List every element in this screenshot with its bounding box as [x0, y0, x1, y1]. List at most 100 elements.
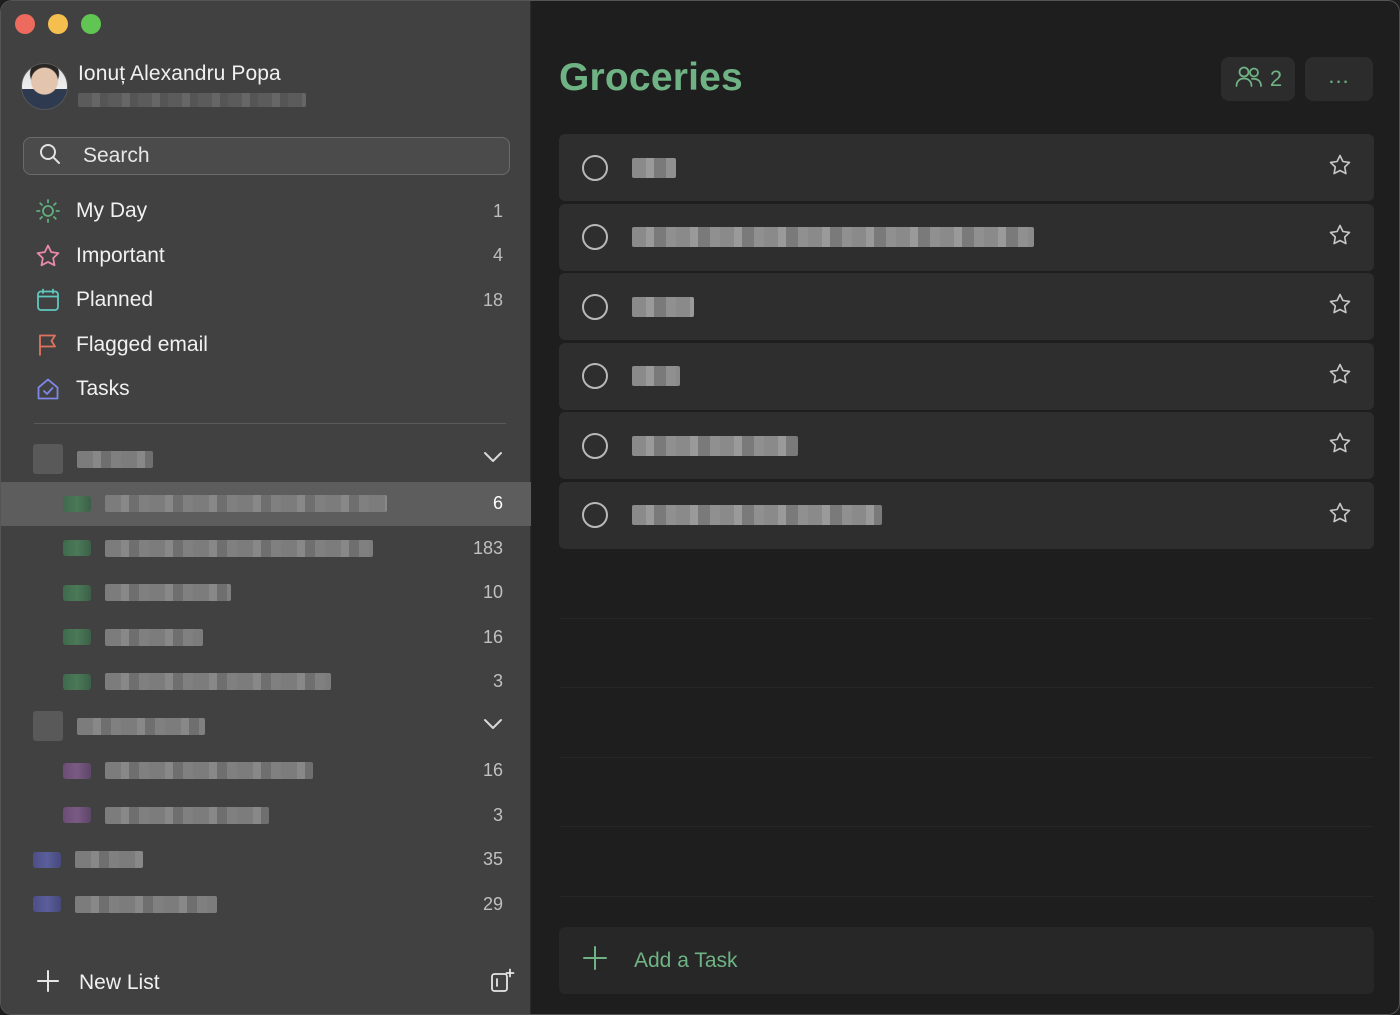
redacted-group-name: [77, 450, 153, 468]
close-window-button[interactable]: [15, 14, 35, 34]
list-emoji-icon: [63, 762, 91, 779]
redacted-list-name: [75, 895, 217, 913]
sun-icon: [34, 197, 62, 225]
nav-label: My Day: [76, 199, 148, 223]
list-count: 10: [482, 582, 503, 603]
redacted-list-name: [105, 673, 331, 691]
add-task-input[interactable]: Add a Task: [559, 927, 1374, 994]
redacted-task-title: [632, 366, 680, 386]
list-group[interactable]: [1, 437, 531, 482]
nav-item-tasks[interactable]: Tasks: [1, 367, 531, 412]
list-emoji-icon: [33, 851, 61, 868]
redacted-task-title: [632, 227, 1034, 247]
complete-checkbox[interactable]: [582, 502, 608, 528]
star-icon[interactable]: [1328, 223, 1352, 252]
chevron-down-icon[interactable]: [483, 450, 503, 469]
list-item[interactable]: 183: [1, 526, 531, 571]
plus-icon[interactable]: [35, 968, 61, 999]
list-emoji-icon: [63, 540, 91, 557]
list-item-selected[interactable]: 6: [1, 481, 531, 526]
complete-checkbox[interactable]: [582, 293, 608, 320]
redacted-list-name: [105, 628, 203, 646]
redacted-list-name: [75, 851, 143, 869]
list-count: 183: [472, 537, 503, 558]
task-item[interactable]: [559, 342, 1374, 410]
nav-count: 18: [482, 289, 503, 310]
list-count: 29: [482, 893, 503, 914]
task-item[interactable]: [559, 412, 1374, 479]
nav-item-my-day[interactable]: My Day 1: [1, 189, 531, 234]
list-count: 16: [482, 626, 503, 647]
more-options-button[interactable]: ...: [1305, 57, 1373, 101]
redacted-task-title: [632, 157, 676, 178]
list-item[interactable]: 10: [1, 571, 531, 616]
window-controls: [15, 14, 101, 34]
redacted-task-title: [632, 435, 798, 456]
nav-label: Flagged email: [76, 332, 208, 356]
nav-count: 1: [492, 200, 503, 221]
star-icon[interactable]: [1328, 292, 1352, 321]
list-item[interactable]: 29: [1, 882, 531, 927]
new-group-icon[interactable]: [489, 968, 515, 999]
complete-checkbox[interactable]: [582, 224, 608, 250]
redacted-group-name: [77, 717, 205, 735]
flag-icon: [34, 331, 62, 359]
chevron-down-icon[interactable]: [483, 717, 503, 736]
more-icon: ...: [1328, 63, 1350, 88]
list-item[interactable]: 16: [1, 615, 531, 660]
sidebar: Ionuț Alexandru Popa Search My Day 1 Imp…: [1, 1, 531, 1014]
smart-lists-nav: My Day 1 Important 4 Planned 18 Flagged …: [1, 189, 531, 412]
sidebar-divider: [34, 423, 506, 424]
task-item[interactable]: [559, 203, 1374, 271]
list-count: 6: [492, 493, 503, 514]
list-item[interactable]: 3: [1, 793, 531, 838]
shared-count: 2: [1269, 66, 1283, 91]
complete-checkbox[interactable]: [582, 154, 608, 181]
list-count: 35: [482, 849, 503, 870]
star-icon[interactable]: [1328, 153, 1352, 182]
list-emoji-icon: [33, 896, 61, 913]
app-window: Ionuț Alexandru Popa Search My Day 1 Imp…: [0, 0, 1400, 1015]
task-item[interactable]: [559, 134, 1374, 201]
calendar-icon: [34, 286, 62, 314]
share-button[interactable]: 2: [1221, 57, 1295, 101]
list-item[interactable]: 3: [1, 660, 531, 705]
account-profile[interactable]: Ionuț Alexandru Popa: [21, 62, 306, 110]
complete-checkbox[interactable]: [582, 432, 608, 459]
star-icon[interactable]: [1328, 362, 1352, 391]
new-list-button[interactable]: New List: [79, 971, 489, 995]
maximize-window-button[interactable]: [81, 14, 101, 34]
task-item[interactable]: [559, 481, 1374, 549]
search-input[interactable]: Search: [23, 137, 510, 175]
list-group[interactable]: [1, 704, 531, 749]
list-count: 16: [482, 760, 503, 781]
empty-rows: [559, 549, 1374, 897]
redacted-list-name: [105, 584, 231, 602]
list-count: 3: [492, 671, 503, 692]
list-title[interactable]: Groceries: [559, 56, 743, 100]
list-item[interactable]: 16: [1, 749, 531, 794]
task-list: [559, 134, 1374, 551]
list-emoji-icon: [63, 629, 91, 646]
list-emoji-icon: [63, 807, 91, 824]
home-icon: [34, 375, 62, 403]
nav-item-flagged-email[interactable]: Flagged email: [1, 323, 531, 368]
nav-label: Tasks: [76, 377, 130, 401]
avatar: [21, 63, 68, 110]
star-icon: [34, 242, 62, 270]
nav-label: Important: [76, 243, 165, 267]
group-icon: [33, 444, 63, 475]
nav-item-planned[interactable]: Planned 18: [1, 278, 531, 323]
redacted-list-name: [105, 539, 373, 557]
star-icon[interactable]: [1328, 501, 1352, 530]
add-task-placeholder: Add a Task: [634, 948, 738, 972]
complete-checkbox[interactable]: [582, 363, 608, 389]
list-count: 3: [492, 804, 503, 825]
star-icon[interactable]: [1328, 431, 1352, 460]
task-item[interactable]: [559, 273, 1374, 340]
minimize-window-button[interactable]: [48, 14, 68, 34]
nav-item-important[interactable]: Important 4: [1, 234, 531, 279]
people-icon: [1234, 64, 1264, 95]
list-emoji-icon: [63, 584, 91, 601]
list-item[interactable]: 35: [1, 838, 531, 883]
